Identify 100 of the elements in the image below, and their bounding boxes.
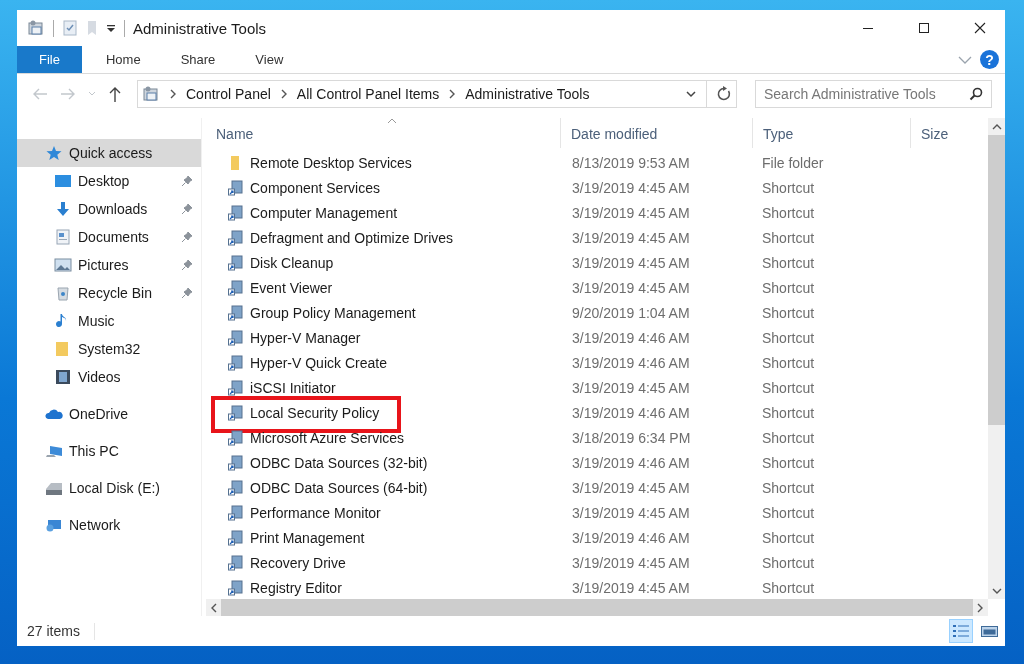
file-name[interactable]: Microsoft Azure Services xyxy=(250,429,405,446)
scroll-up-icon[interactable] xyxy=(991,124,1002,130)
file-name[interactable]: Hyper-V Quick Create xyxy=(250,354,387,371)
properties-icon[interactable] xyxy=(62,19,78,37)
breadcrumb[interactable]: All Control Panel Items xyxy=(296,86,440,102)
file-name[interactable]: Local Security Policy xyxy=(250,404,380,421)
shortcut-icon xyxy=(228,354,244,371)
shortcut-icon xyxy=(228,379,244,396)
control-panel-icon[interactable] xyxy=(27,19,45,37)
pin-icon[interactable] xyxy=(181,175,193,187)
minimize-icon[interactable] xyxy=(863,27,873,29)
shortcut-icon xyxy=(228,254,244,271)
type-cell: Shortcut xyxy=(762,579,815,596)
nav-item[interactable]: Quick access xyxy=(17,139,201,167)
dropdown-caret-icon[interactable] xyxy=(685,90,697,98)
up-arrow-icon[interactable] xyxy=(107,85,123,103)
nav-item[interactable]: Documents xyxy=(17,223,201,251)
nav-item[interactable]: Pictures xyxy=(17,251,201,279)
shortcut-icon xyxy=(228,529,244,546)
type-cell: Shortcut xyxy=(762,479,815,496)
shortcut-icon xyxy=(228,229,244,246)
date-cell-text: 3/19/2019 4:45 AM xyxy=(571,479,691,496)
date-cell-text: 3/19/2019 4:45 AM xyxy=(571,229,691,246)
chevron-icon xyxy=(279,89,288,99)
file-name[interactable]: Hyper-V Manager xyxy=(250,329,361,346)
chevron-icon xyxy=(448,89,457,99)
star-icon xyxy=(45,145,63,161)
details-view-button[interactable] xyxy=(949,619,973,643)
file-name[interactable]: Defragment and Optimize Drives xyxy=(250,229,454,246)
expand-ribbon-icon[interactable] xyxy=(958,54,972,65)
nav-item[interactable]: Music xyxy=(17,307,201,335)
column-header[interactable]: Date modified xyxy=(561,118,753,148)
date-cell-text: 3/19/2019 4:45 AM xyxy=(571,379,691,396)
shortcut-icon xyxy=(228,304,244,321)
nav-item[interactable]: Network xyxy=(17,511,201,539)
breadcrumb[interactable]: Control Panel xyxy=(186,86,271,102)
file-name[interactable]: Event Viewer xyxy=(250,279,333,296)
shortcut-icon xyxy=(228,404,244,421)
address-bar[interactable]: Control Panel All Control Panel Items Administrative Tools xyxy=(137,80,737,108)
date-cell-text: 3/19/2019 4:46 AM xyxy=(571,329,691,346)
large-thumbnail-icon[interactable] xyxy=(980,625,998,637)
type-cell: Shortcut xyxy=(762,404,815,421)
type-cell: Shortcut xyxy=(762,279,815,296)
scroll-down-icon[interactable] xyxy=(991,588,1002,594)
shortcut-icon xyxy=(228,454,244,471)
ribbon-tab[interactable]: File xyxy=(17,46,82,73)
file-name[interactable]: Print Management xyxy=(250,529,365,546)
nav-item[interactable]: Videos xyxy=(17,363,201,391)
pin-icon[interactable] xyxy=(181,203,193,215)
date-cell-text: 3/19/2019 4:45 AM xyxy=(571,504,691,521)
nav-item[interactable]: Downloads xyxy=(17,195,201,223)
type-cell: Shortcut xyxy=(762,554,815,571)
nav-item[interactable]: Local Disk (E:) xyxy=(17,474,201,502)
type-cell: Shortcut xyxy=(762,354,815,371)
file-name[interactable]: ODBC Data Sources (64-bit) xyxy=(250,479,428,496)
item-count: 27 items xyxy=(27,623,80,639)
file-name[interactable]: Group Policy Management xyxy=(250,304,416,321)
file-name[interactable]: iSCSI Initiator xyxy=(250,379,336,396)
details-list-icon[interactable] xyxy=(953,625,969,637)
vertical-scrollbar[interactable] xyxy=(988,118,1005,599)
column-header[interactable]: Name xyxy=(206,118,561,148)
column-header[interactable]: Type xyxy=(753,118,911,148)
horizontal-scrollbar[interactable] xyxy=(206,599,988,616)
type-cell: Shortcut xyxy=(762,429,815,446)
pin-icon[interactable] xyxy=(181,259,193,271)
file-name[interactable]: Registry Editor xyxy=(250,579,342,596)
file-name[interactable]: Computer Management xyxy=(250,204,398,221)
file-name[interactable]: Disk Cleanup xyxy=(250,254,334,271)
file-name[interactable]: Performance Monitor xyxy=(250,504,381,521)
file-name[interactable]: Recovery Drive xyxy=(250,554,346,571)
close-icon[interactable] xyxy=(974,22,986,34)
download-icon xyxy=(54,201,72,217)
pin-icon[interactable] xyxy=(181,287,193,299)
nav-item[interactable]: Desktop xyxy=(17,167,201,195)
pin-icon[interactable] xyxy=(181,231,193,243)
disk-icon xyxy=(45,480,63,496)
shortcut-icon xyxy=(228,279,244,296)
type-cell: Shortcut xyxy=(762,329,815,346)
maximize-icon[interactable] xyxy=(918,22,930,34)
column-header[interactable]: Size xyxy=(911,118,988,148)
nav-item[interactable]: This PC xyxy=(17,437,201,465)
scroll-right-icon[interactable] xyxy=(976,602,984,613)
nav-item[interactable]: Recycle Bin xyxy=(17,279,201,307)
file-name[interactable]: Component Services xyxy=(250,179,380,196)
computer-icon xyxy=(45,443,63,459)
nav-item[interactable]: OneDrive xyxy=(17,400,201,428)
search-field[interactable]: Search Administrative Tools xyxy=(755,80,992,108)
search-icon[interactable] xyxy=(969,87,983,101)
file-name[interactable]: ODBC Data Sources (32-bit) xyxy=(250,454,428,471)
scroll-left-icon[interactable] xyxy=(210,602,218,613)
shortcut-icon xyxy=(228,204,244,221)
nav-item[interactable]: System32 xyxy=(17,335,201,363)
shortcut-icon xyxy=(228,554,244,571)
help-button[interactable]: ? xyxy=(980,50,999,69)
refresh-icon[interactable] xyxy=(716,86,732,102)
file-name[interactable]: Remote Desktop Services xyxy=(250,154,412,171)
type-cell: File folder xyxy=(762,154,824,171)
breadcrumb[interactable]: Administrative Tools xyxy=(465,86,590,102)
date-cell-text: 8/13/2019 9:53 AM xyxy=(571,154,691,171)
date-cell-text: 3/19/2019 4:45 AM xyxy=(571,179,691,196)
